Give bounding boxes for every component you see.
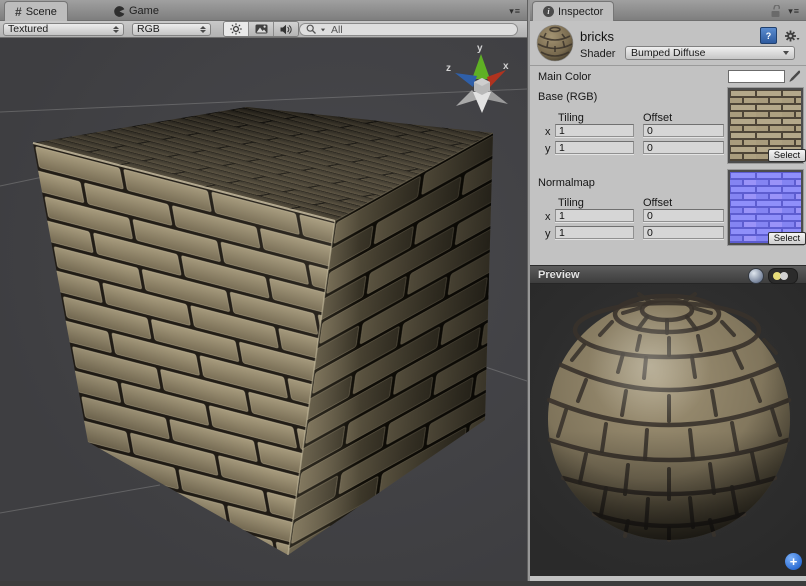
- material-sphere-thumbnail: [536, 24, 574, 62]
- gizmo-y-label: y: [477, 43, 483, 54]
- chevron-down-icon: [783, 51, 789, 55]
- tab-scene-label: Scene: [26, 6, 57, 18]
- gizmo-x-label: x: [503, 61, 509, 72]
- search-icon: [306, 24, 317, 35]
- tab-scene[interactable]: # Scene: [4, 1, 68, 21]
- lighting-toggle-button[interactable]: [224, 22, 249, 36]
- base-map-label: Base (RGB): [538, 91, 597, 103]
- preview-viewport[interactable]: +: [530, 284, 806, 576]
- channels-value: RGB: [137, 23, 160, 35]
- preview-add-button[interactable]: +: [785, 553, 802, 570]
- preview-lighting-toggle[interactable]: [768, 268, 798, 284]
- channels-dropdown[interactable]: RGB: [132, 23, 211, 36]
- scene-grid-icon: #: [15, 5, 22, 19]
- preview-sphere-button[interactable]: [748, 268, 764, 284]
- tab-game-label: Game: [129, 5, 159, 17]
- normalmap-offset-y-field[interactable]: [643, 226, 724, 239]
- open-lock-icon[interactable]: [770, 5, 781, 18]
- main-color-swatch[interactable]: [728, 70, 785, 83]
- base-offset-header: Offset: [643, 112, 672, 124]
- base-offset-x-field[interactable]: [643, 124, 724, 137]
- draw-mode-dropdown[interactable]: Textured: [3, 23, 124, 36]
- normalmap-offset-x-field[interactable]: [643, 209, 724, 222]
- skybox-toggle-button[interactable]: [249, 22, 274, 36]
- material-name: bricks: [580, 29, 614, 44]
- base-tiling-x-field[interactable]: [555, 124, 634, 137]
- tab-inspector-label: Inspector: [558, 6, 603, 18]
- info-icon: i: [543, 6, 554, 17]
- search-filter-caret-icon: [321, 28, 325, 31]
- brick-cube: [33, 107, 493, 555]
- material-header: bricks ? Shader Bumped Diffuse: [530, 21, 806, 66]
- normalmap-select-button[interactable]: Select: [768, 232, 806, 245]
- scene-3d-render: y x z: [0, 38, 527, 581]
- normalmap-select-label: Select: [774, 233, 800, 244]
- preview-brick-sphere: [538, 288, 800, 558]
- scene-viewport[interactable]: y x z: [0, 38, 527, 581]
- base-tiling-y-field[interactable]: [555, 141, 634, 154]
- base-select-label: Select: [774, 150, 800, 161]
- normalmap-label: Normalmap: [538, 177, 595, 189]
- normalmap-tiling-y-field[interactable]: [555, 226, 634, 239]
- normalmap-tiling-x-field[interactable]: [555, 209, 634, 222]
- light-off-icon: [780, 272, 788, 280]
- image-icon: [255, 24, 268, 34]
- main-color-label: Main Color: [538, 71, 591, 83]
- updown-arrows-icon: [200, 26, 206, 33]
- normalmap-x-row-label: x: [545, 211, 551, 223]
- inspector-panel-menu-icon[interactable]: ▾≡: [788, 6, 800, 17]
- gizmo-z-label: z: [446, 63, 451, 74]
- shader-label: Shader: [580, 48, 615, 60]
- scene-panel: # Scene Game ▾≡ Textured RGB: [0, 0, 527, 581]
- audio-toggle-button[interactable]: [274, 22, 298, 36]
- scene-orientation-gizmo[interactable]: y x z: [446, 43, 509, 113]
- shader-value: Bumped Diffuse: [631, 47, 706, 59]
- preview-title: Preview: [538, 269, 580, 281]
- base-select-button[interactable]: Select: [768, 149, 806, 162]
- scene-panel-menu-icon[interactable]: ▾≡: [509, 6, 521, 17]
- search-input[interactable]: [329, 23, 483, 37]
- inspector-tabstrip: i Inspector ▾≡: [530, 0, 806, 21]
- base-tiling-header: Tiling: [558, 112, 584, 124]
- scene-toolbar: Textured RGB: [0, 21, 527, 38]
- eyedropper-icon[interactable]: [788, 69, 801, 84]
- draw-mode-value: Textured: [8, 23, 48, 35]
- scene-toggle-group: [223, 21, 299, 37]
- gear-settings-icon[interactable]: [784, 29, 800, 43]
- scene-tabstrip: # Scene Game ▾≡: [0, 0, 527, 21]
- gizmo-y-axis-cone[interactable]: [472, 54, 490, 79]
- normalmap-offset-header: Offset: [643, 197, 672, 209]
- normalmap-tiling-header: Tiling: [558, 197, 584, 209]
- preview-header[interactable]: Preview: [530, 265, 806, 284]
- inspector-panel: i Inspector ▾≡: [530, 0, 806, 581]
- normalmap-y-row-label: y: [545, 228, 551, 240]
- tab-inspector[interactable]: i Inspector: [532, 1, 614, 21]
- base-offset-y-field[interactable]: [643, 141, 724, 154]
- base-x-row-label: x: [545, 126, 551, 138]
- shader-dropdown[interactable]: Bumped Diffuse: [625, 46, 795, 60]
- help-book-icon[interactable]: ?: [760, 27, 777, 44]
- scene-search-field[interactable]: [299, 23, 518, 36]
- updown-arrows-icon: [113, 26, 119, 33]
- game-pacman-icon: [114, 6, 125, 17]
- speaker-icon: [280, 24, 292, 35]
- sun-icon: [230, 23, 242, 35]
- tab-game[interactable]: Game: [104, 1, 169, 21]
- gizmo-neg-axis-cone[interactable]: [473, 92, 491, 113]
- base-y-row-label: y: [545, 143, 551, 155]
- plus-icon: +: [790, 554, 798, 569]
